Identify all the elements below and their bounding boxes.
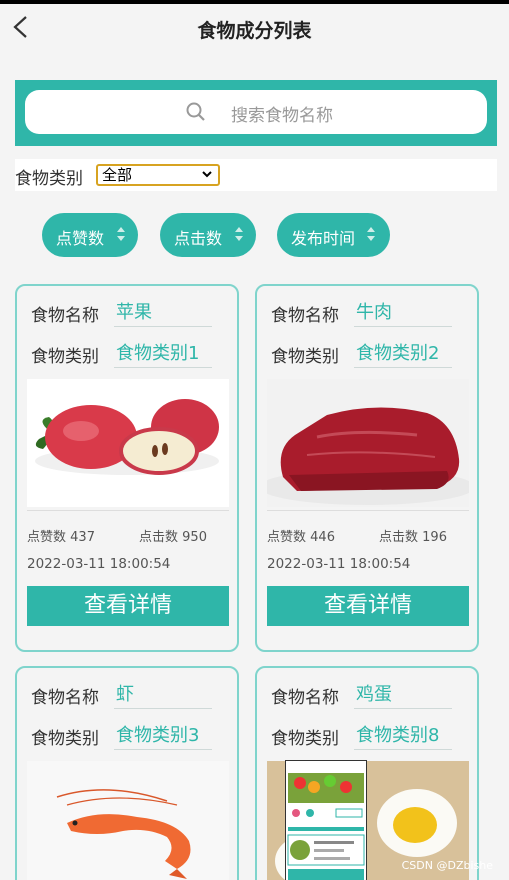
sort-publish-time-button[interactable]: 发布时间 <box>277 213 390 257</box>
divider <box>27 510 229 511</box>
publish-time: 2022-03-11 18:00:54 <box>27 556 171 572</box>
publish-time: 2022-03-11 18:00:54 <box>267 556 411 572</box>
sort-likes-label: 点赞数 <box>56 229 105 248</box>
sort-arrows-icon <box>235 227 243 241</box>
likes-count: 446 <box>310 530 335 545</box>
food-category-value: 食物类别2 <box>354 339 452 368</box>
food-category-value: 食物类别1 <box>114 339 212 368</box>
view-details-button[interactable]: 查看详情 <box>267 586 469 626</box>
sort-clicks-label: 点击数 <box>174 229 223 248</box>
apple-image <box>27 379 229 507</box>
phone-preview-thumbnail <box>285 760 367 880</box>
clicks-label: 点击数 <box>139 530 179 545</box>
sort-publish-time-label: 发布时间 <box>291 229 356 248</box>
likes-label: 点赞数 <box>27 530 67 545</box>
category-select-value: 全部 <box>102 166 133 184</box>
sort-clicks-button[interactable]: 点击数 <box>160 213 256 257</box>
search-input[interactable]: 搜索食物名称 <box>25 90 487 134</box>
sort-likes-button[interactable]: 点赞数 <box>42 213 138 257</box>
food-name-label: 食物名称 <box>271 688 339 708</box>
food-card[interactable]: 食物名称 牛肉 食物类别 食物类别2 点赞数 446 点击数 196 2022-… <box>255 284 479 652</box>
clicks-label: 点击数 <box>379 530 419 545</box>
food-name-value: 苹果 <box>114 298 212 327</box>
food-card[interactable]: 食物名称 苹果 食物类别 食物类别1 点赞数 437 点击数 950 2022-… <box>15 284 239 652</box>
likes-label: 点赞数 <box>267 530 307 545</box>
food-name-label: 食物名称 <box>31 306 99 326</box>
likes-count: 437 <box>70 530 95 545</box>
chevron-down-icon <box>202 171 212 178</box>
food-category-label: 食物类别 <box>31 347 99 367</box>
divider <box>267 510 469 511</box>
food-name-label: 食物名称 <box>31 688 99 708</box>
clicks-count: 196 <box>422 530 447 545</box>
page-title: 食物成分列表 <box>197 20 312 42</box>
food-name-value: 虾 <box>114 680 212 709</box>
beef-image <box>267 379 469 507</box>
search-bar-container: 搜索食物名称 <box>15 80 497 146</box>
app-screen: 食物成分列表 搜索食物名称 食物类别 全部 点赞数 点击数 发布时间 食物名称 … <box>0 4 509 880</box>
search-placeholder: 搜索食物名称 <box>231 106 333 126</box>
category-filter-label: 食物类别 <box>15 169 83 189</box>
search-icon <box>186 102 205 121</box>
sort-arrows-icon <box>367 227 375 241</box>
food-category-label: 食物类别 <box>31 729 99 749</box>
clicks-count: 950 <box>182 530 207 545</box>
food-name-label: 食物名称 <box>271 306 339 326</box>
watermark-text: CSDN @DZbishe <box>401 859 493 872</box>
category-select[interactable]: 全部 <box>96 164 220 186</box>
food-name-value: 鸡蛋 <box>354 680 452 709</box>
food-category-label: 食物类别 <box>271 347 339 367</box>
food-name-value: 牛肉 <box>354 298 452 327</box>
sort-arrows-icon <box>117 227 125 241</box>
view-details-button[interactable]: 查看详情 <box>27 586 229 626</box>
food-category-value: 食物类别3 <box>114 721 212 750</box>
top-nav-bar: 食物成分列表 <box>0 4 509 54</box>
food-category-label: 食物类别 <box>271 729 339 749</box>
category-filter-row: 食物类别 全部 <box>15 159 497 191</box>
food-card[interactable]: 食物名称 虾 食物类别 食物类别3 <box>15 666 239 880</box>
food-category-value: 食物类别8 <box>354 721 452 750</box>
shrimp-image <box>27 761 229 880</box>
